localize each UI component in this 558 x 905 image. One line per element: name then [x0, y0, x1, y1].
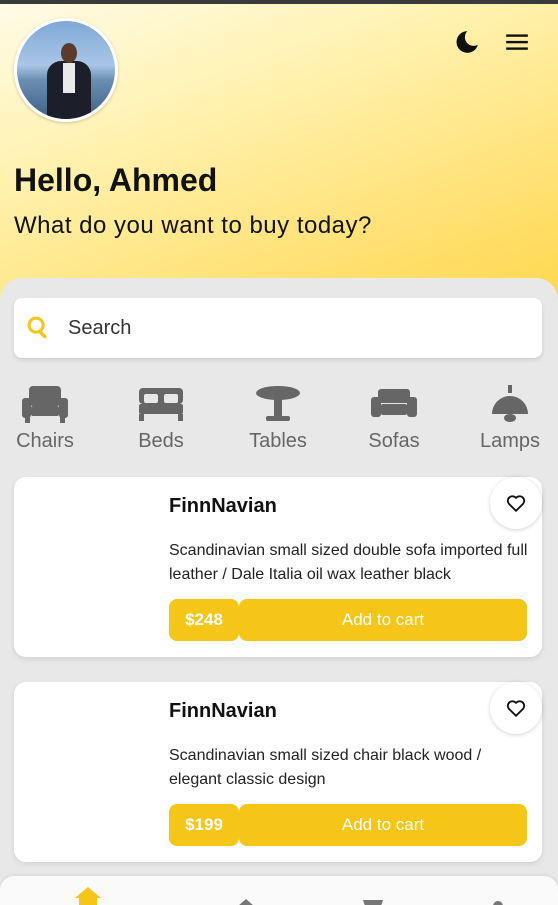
- sofa-icon: [370, 382, 418, 426]
- category-beds[interactable]: Beds: [116, 382, 206, 458]
- nav-profile[interactable]: [478, 886, 518, 905]
- cart-icon: [359, 900, 383, 905]
- main-content: Chairs Beds: [0, 278, 558, 905]
- header: Hello, Ahmed What do you want to buy tod…: [0, 4, 558, 304]
- favorite-button[interactable]: [490, 477, 542, 529]
- nav-offers[interactable]: [226, 886, 266, 905]
- favorite-button[interactable]: [490, 682, 542, 734]
- category-chairs[interactable]: Chairs: [0, 382, 90, 458]
- tag-icon: [239, 899, 253, 905]
- nav-cart[interactable]: [351, 886, 391, 905]
- category-label: Tables: [249, 430, 307, 452]
- profile-icon: [493, 901, 503, 905]
- category-list: Chairs Beds Tables Sofas Lamps: [0, 382, 558, 462]
- search-icon-wrap: [14, 298, 64, 358]
- category-label: Sofas: [368, 430, 420, 452]
- lamp-icon: [490, 382, 530, 426]
- category-tables[interactable]: Tables: [233, 382, 323, 458]
- search-bar[interactable]: [14, 298, 542, 358]
- add-to-cart-button[interactable]: Add to cart: [239, 599, 527, 641]
- add-to-cart-button[interactable]: Add to cart: [239, 804, 527, 846]
- product-brand: FinnNavian: [169, 700, 277, 722]
- product-price: $199: [169, 804, 239, 846]
- category-lamps[interactable]: Lamps: [465, 382, 555, 458]
- product-card[interactable]: FinnNavian Scandinavian small sized doub…: [14, 477, 542, 657]
- product-description: Scandinavian small sized double sofa imp…: [169, 542, 528, 583]
- user-avatar[interactable]: [14, 18, 118, 122]
- search-icon: [27, 316, 47, 339]
- armchair-icon: [21, 382, 69, 426]
- moon-icon: [456, 31, 478, 53]
- greeting-subtitle: What do you want to buy today?: [14, 212, 372, 239]
- category-label: Lamps: [479, 430, 541, 452]
- home-icon: [75, 887, 101, 905]
- category-sofas[interactable]: Sofas: [349, 382, 439, 458]
- nav-home[interactable]: [68, 886, 108, 905]
- bottom-navigation: [0, 876, 558, 905]
- heart-outline-icon: [506, 700, 526, 717]
- product-description: Scandinavian small sized chair black woo…: [169, 747, 482, 788]
- category-label: Chairs: [16, 430, 74, 452]
- product-brand: FinnNavian: [169, 495, 277, 517]
- table-icon: [255, 382, 301, 426]
- search-input[interactable]: [64, 308, 542, 348]
- bed-icon: [137, 382, 185, 426]
- hamburger-menu-icon: [506, 34, 528, 50]
- product-card[interactable]: FinnNavian Scandinavian small sized chai…: [14, 682, 542, 862]
- avatar-person-shirt: [63, 63, 75, 93]
- theme-toggle-button[interactable]: [447, 22, 487, 62]
- greeting-title: Hello, Ahmed: [14, 162, 218, 198]
- heart-outline-icon: [506, 495, 526, 512]
- avatar-person-head: [61, 43, 77, 63]
- category-label: Beds: [138, 430, 184, 452]
- menu-button[interactable]: [497, 22, 537, 62]
- product-price: $248: [169, 599, 239, 641]
